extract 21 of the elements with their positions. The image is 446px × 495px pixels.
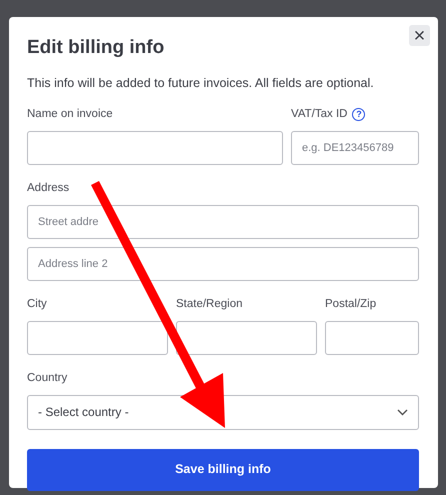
- dialog-title: Edit billing info: [27, 37, 166, 60]
- text-input[interactable]: Address line 2: [27, 246, 419, 281]
- help-icon[interactable]: ?: [352, 108, 366, 122]
- dialog-description: This info will be added to future invoices. All fields are optional.: [27, 74, 375, 92]
- field-label: Postal/Zip: [325, 296, 376, 312]
- text-input[interactable]: [27, 130, 283, 165]
- field-label: Name on invoice: [27, 106, 113, 122]
- text-input[interactable]: [27, 320, 168, 355]
- field-label: Country: [27, 370, 68, 386]
- text-input[interactable]: e.g. DE123456789: [291, 130, 419, 165]
- field-label: State/Region: [176, 296, 242, 312]
- text-input[interactable]: [325, 320, 419, 355]
- field-label: City: [27, 296, 47, 312]
- save-button[interactable]: Save billing info: [27, 448, 419, 491]
- field-label: VAT/Tax ID: [291, 106, 348, 122]
- country-select[interactable]: - Select country -: [27, 394, 419, 430]
- field-label: Address: [27, 180, 70, 196]
- text-input[interactable]: Street addre: [27, 204, 419, 239]
- close-button[interactable]: ×: [409, 25, 430, 46]
- chevron-down-icon: [397, 408, 408, 416]
- text-input[interactable]: [176, 320, 317, 355]
